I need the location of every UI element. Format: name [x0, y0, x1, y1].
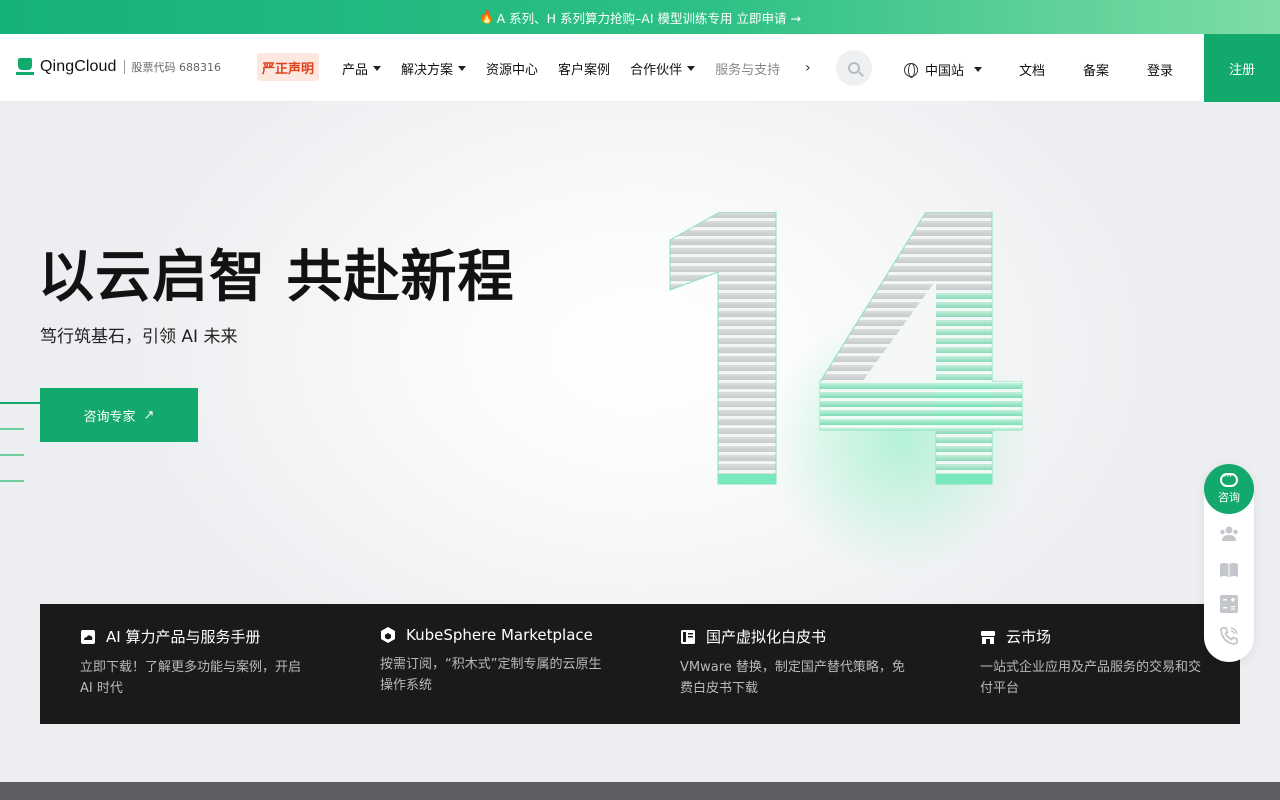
menu-label: 服务与支持: [715, 62, 781, 78]
feature-desc: 按需订阅，“积木式”定制专属的云原生操作系统: [380, 657, 602, 693]
cube-icon: [381, 627, 395, 643]
menu-scroll-right-icon[interactable]: ›: [805, 60, 811, 76]
menu-label: 产品: [342, 62, 369, 78]
feature-bar: AI 算力产品与服务手册 立即下载！了解更多功能与案例，开启 AI 时代 Kub…: [40, 604, 1240, 724]
menu-label: 解决方案: [401, 62, 454, 78]
menu-label: 合作伙伴: [630, 62, 683, 78]
book-icon: [681, 629, 695, 644]
region-label: 中国站: [925, 64, 965, 79]
users-icon[interactable]: [1219, 524, 1239, 544]
docs-link[interactable]: 文档: [1019, 60, 1045, 79]
beian-link[interactable]: 备案: [1083, 60, 1109, 79]
arrow-up-right-icon: ↗: [143, 407, 155, 423]
next-section-edge: [0, 782, 1280, 800]
feature-title: 云市场: [1006, 628, 1052, 646]
promo-banner[interactable]: 🔥 A 系列、H 系列算力抢购–AI 模型训练专用 立即申请 →: [0, 0, 1280, 34]
menu-item-solutions[interactable]: 解决方案: [401, 59, 467, 78]
feature-title: KubeSphere Marketplace: [406, 626, 593, 644]
feature-desc: 一站式企业应用及产品服务的交易和交付平台: [980, 660, 1202, 696]
menu-label: 资源中心: [486, 62, 539, 78]
decor-line: [0, 480, 24, 482]
caret-down-icon: [373, 65, 382, 71]
qingcloud-logo-icon: [16, 58, 34, 76]
caret-down-icon: [458, 65, 467, 71]
feature-card[interactable]: 云市场 一站式企业应用及产品服务的交易和交付平台: [940, 604, 1240, 724]
search-icon: [848, 62, 860, 74]
hero-14-graphic: [669, 212, 1030, 572]
feature-desc: VMware 替换，制定国产替代策略，免费白皮书下载: [680, 660, 905, 696]
hero-subtitle: 笃行筑基石，引领 AI 未来: [40, 327, 238, 347]
stock-code: 股票代码 688316: [131, 61, 222, 74]
decor-line: [0, 428, 24, 430]
globe-icon: [904, 62, 918, 78]
feature-desc: 立即下载！了解更多功能与案例，开启 AI 时代: [80, 660, 302, 696]
feature-card[interactable]: AI 算力产品与服务手册 立即下载！了解更多功能与案例，开启 AI 时代: [40, 604, 340, 724]
hero-title: 以云启智 共赴新程: [38, 245, 515, 310]
search-button[interactable]: [836, 50, 872, 86]
login-link[interactable]: 登录: [1147, 60, 1173, 79]
menu-label: 客户案例: [558, 62, 611, 78]
feature-title: 国产虚拟化白皮书: [706, 628, 827, 646]
cta-label: 咨询专家: [83, 409, 136, 425]
brand-name: QingCloud: [40, 58, 117, 75]
consult-button[interactable]: 咨询: [1204, 464, 1254, 514]
consult-label: 咨询: [1218, 491, 1240, 504]
region-selector[interactable]: 中国站: [904, 60, 983, 79]
promo-text[interactable]: A 系列、H 系列算力抢购–AI 模型训练专用 立即申请 →: [497, 8, 801, 27]
consult-expert-button[interactable]: 咨询专家 ↗: [40, 388, 198, 442]
chat-bubble-icon: [1220, 469, 1238, 487]
book-open-icon[interactable]: [1219, 560, 1239, 580]
notice-link[interactable]: 严正声明: [257, 53, 320, 81]
menu-item-resources[interactable]: 资源中心: [486, 59, 538, 78]
logo-divider: [123, 60, 125, 74]
menu-item-partners[interactable]: 合作伙伴: [630, 59, 696, 78]
fire-icon: 🔥: [479, 9, 495, 24]
caret-down-icon: [687, 65, 696, 71]
caret-down-icon: [974, 67, 983, 72]
decor-line: [0, 454, 24, 456]
main-menu: 产品 解决方案 资源中心 客户案例 合作伙伴 服务与支持: [342, 34, 803, 102]
menu-item-products[interactable]: 产品: [342, 59, 382, 78]
cloud-box-icon: [81, 629, 95, 644]
menu-item-cases[interactable]: 客户案例: [558, 59, 610, 78]
top-nav: QingCloud 股票代码 688316 严正声明 产品 解决方案 资源中心 …: [0, 34, 1280, 102]
menu-item-support[interactable]: 服务与支持: [715, 59, 783, 78]
feature-card[interactable]: 国产虚拟化白皮书 VMware 替换，制定国产替代策略，免费白皮书下载: [640, 604, 940, 724]
feature-card[interactable]: KubeSphere Marketplace 按需订阅，“积木式”定制专属的云原…: [340, 604, 640, 724]
logo[interactable]: QingCloud 股票代码 688316: [16, 58, 221, 76]
floating-toolbar: 咨询: [1204, 464, 1254, 662]
decor-line: [0, 402, 40, 404]
store-icon: [981, 630, 995, 644]
feature-title: AI 算力产品与服务手册: [106, 628, 261, 646]
signup-button[interactable]: 注册: [1204, 34, 1280, 102]
phone-icon[interactable]: [1219, 626, 1239, 646]
calculator-icon[interactable]: [1219, 594, 1239, 614]
